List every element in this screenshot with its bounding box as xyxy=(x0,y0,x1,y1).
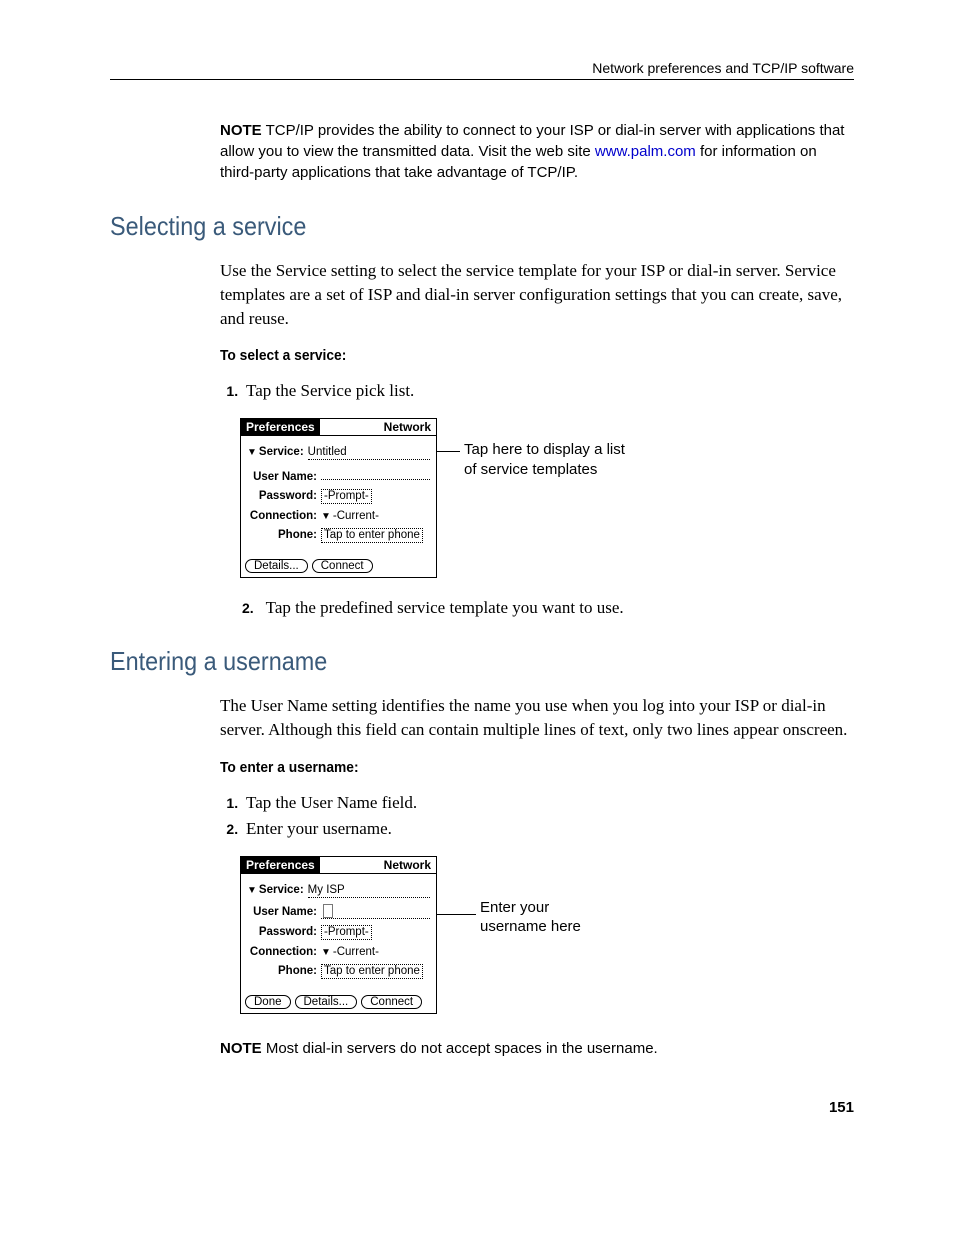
connect-button[interactable]: Connect xyxy=(361,995,422,1009)
connection-label: Connection: xyxy=(247,510,317,522)
section-heading-selecting: Selecting a service xyxy=(110,211,780,242)
phone-field[interactable]: Tap to enter phone xyxy=(321,528,423,543)
service-field[interactable]: My ISP xyxy=(308,884,430,898)
step-2-username: Enter your username. xyxy=(242,819,854,839)
note-label: NOTE xyxy=(220,122,262,139)
service-label: Service: xyxy=(259,446,304,458)
username-field[interactable] xyxy=(321,904,430,919)
section1-body: Use the Service setting to select the se… xyxy=(220,259,854,330)
phone-label: Phone: xyxy=(247,965,317,977)
dropdown-icon[interactable]: ▼ xyxy=(247,885,257,896)
password-label: Password: xyxy=(247,926,317,938)
step-2-select: 2. Tap the predefined service template y… xyxy=(220,598,854,618)
palm-title-left: Preferences xyxy=(241,857,320,874)
connect-button[interactable]: Connect xyxy=(312,559,373,573)
callout-2: Enter your username here xyxy=(480,898,620,937)
callout-line xyxy=(436,451,460,452)
phone-field[interactable]: Tap to enter phone xyxy=(321,964,423,979)
section2-body: The User Name setting identifies the nam… xyxy=(220,694,854,742)
subhead-select-service: To select a service: xyxy=(220,347,803,364)
connection-label: Connection: xyxy=(247,946,317,958)
steps-enter-username: Tap the User Name field. Enter your user… xyxy=(220,793,854,839)
note-label: NOTE xyxy=(220,1040,262,1057)
step-1-username: Tap the User Name field. xyxy=(242,793,854,813)
note-text-2: Most dial-in servers do not accept space… xyxy=(266,1040,658,1057)
username-label: User Name: xyxy=(247,906,317,918)
subhead-enter-username: To enter a username: xyxy=(220,759,803,776)
service-label: Service: xyxy=(259,884,304,896)
palm-screen-2: Preferences Network ▼ Service: My ISP Us… xyxy=(240,856,437,1014)
details-button[interactable]: Details... xyxy=(245,559,308,573)
section-heading-username: Entering a username xyxy=(110,646,780,677)
running-header: Network preferences and TCP/IP software xyxy=(110,60,854,80)
dropdown-icon[interactable]: ▼ xyxy=(247,447,257,458)
callout-line xyxy=(436,914,476,915)
connection-field[interactable]: -Current- xyxy=(333,510,379,522)
username-field[interactable] xyxy=(321,466,430,480)
link-palm[interactable]: www.palm.com xyxy=(595,143,696,160)
step-1-select: Tap the Service pick list. xyxy=(242,381,854,401)
step-2-text: Tap the predefined service template you … xyxy=(266,598,624,617)
palm-title-right[interactable]: Network xyxy=(320,419,436,436)
password-field[interactable]: -Prompt- xyxy=(321,489,372,504)
palm-title-left: Preferences xyxy=(241,419,320,436)
username-label: User Name: xyxy=(247,471,317,483)
palm-screen-1: Preferences Network ▼ Service: Untitled … xyxy=(240,418,437,578)
connection-field[interactable]: -Current- xyxy=(333,946,379,958)
steps-select-service: Tap the Service pick list. xyxy=(220,381,854,401)
figure-2: Preferences Network ▼ Service: My ISP Us… xyxy=(240,856,854,1014)
callout-1: Tap here to display a list of service te… xyxy=(464,440,634,479)
done-button[interactable]: Done xyxy=(245,995,291,1009)
phone-label: Phone: xyxy=(247,529,317,541)
service-field[interactable]: Untitled xyxy=(308,446,430,460)
figure-1: Preferences Network ▼ Service: Untitled … xyxy=(240,418,854,578)
palm-title-right[interactable]: Network xyxy=(320,857,436,874)
note-block-1: NOTE TCP/IP provides the ability to conn… xyxy=(220,120,854,183)
text-cursor xyxy=(323,904,333,918)
password-field[interactable]: -Prompt- xyxy=(321,925,372,940)
page-number: 151 xyxy=(110,1099,854,1116)
dropdown-icon[interactable]: ▼ xyxy=(321,947,331,958)
dropdown-icon[interactable]: ▼ xyxy=(321,511,331,522)
password-label: Password: xyxy=(247,490,317,502)
details-button[interactable]: Details... xyxy=(295,995,358,1009)
step-2-number: 2. xyxy=(242,600,254,616)
note-block-2: NOTE Most dial-in servers do not accept … xyxy=(220,1038,854,1059)
